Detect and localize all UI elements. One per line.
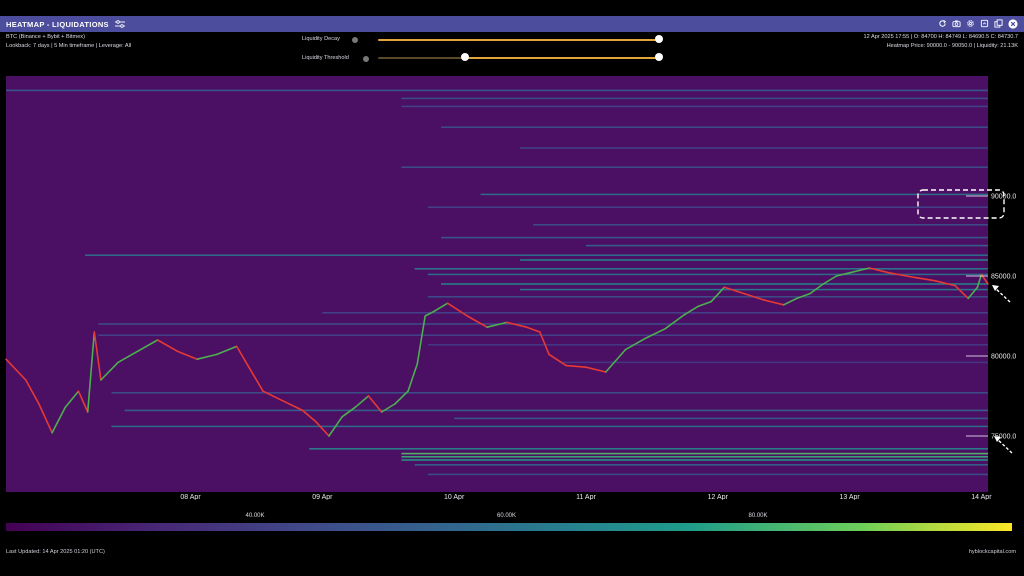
colorbar-tick-label: 60.00K <box>497 513 517 519</box>
liquidity-level <box>440 283 988 285</box>
x-tick-label: 10 Apr <box>444 494 465 500</box>
x-tick-label: 08 Apr <box>180 494 201 500</box>
liquidity-level <box>401 459 988 461</box>
liquidity-level <box>585 244 988 247</box>
liquidity-level <box>6 89 988 92</box>
last-updated: Last Updated: 14 Apr 2025 01:20 (UTC) <box>6 549 105 555</box>
liquidity-level <box>427 344 988 346</box>
x-tick-label: 14 Apr <box>971 494 992 500</box>
liquidation-heatmap-chart[interactable]: 90000.085000.080000.075000.0 08 Apr 09 Ap… <box>0 0 1024 500</box>
colorbar-tick-label: 80.00K <box>748 513 768 519</box>
annotation-arrow <box>992 285 1011 303</box>
x-tick-label: 13 Apr <box>839 494 860 500</box>
x-tick-label: 09 Apr <box>312 494 333 500</box>
liquidity-level <box>124 409 989 412</box>
colorbar-tick-label: 40.00K <box>245 513 265 519</box>
liquidity-level <box>401 456 988 458</box>
x-tick-label: 11 Apr <box>576 494 596 500</box>
liquidity-level <box>520 259 988 261</box>
liquidity-level <box>440 126 988 128</box>
liquidity-level <box>111 392 989 394</box>
liquidity-level <box>414 464 989 466</box>
liquidity-level <box>85 254 988 256</box>
liquidity-level <box>559 361 988 364</box>
liquidity-level <box>401 166 988 168</box>
x-axis: 08 Apr 09 Apr 10 Apr 11 Apr 12 Apr 13 Apr 14 A… <box>180 494 992 500</box>
liquidity-level <box>427 206 988 208</box>
liquidity-level <box>440 236 988 239</box>
liquidity-level <box>520 147 988 149</box>
y-tick-label: 85000.0 <box>991 274 1016 281</box>
liquidity-level <box>322 312 988 314</box>
liquidity-level <box>309 448 988 450</box>
brand-label: hyblockcapital.com <box>968 549 1016 555</box>
x-tick-label: 12 Apr <box>708 494 729 500</box>
liquidity-level <box>427 296 988 298</box>
liquidity-level <box>98 334 989 336</box>
liquidity-level <box>480 193 988 196</box>
y-tick-label: 80000.0 <box>991 354 1016 361</box>
liquidity-level <box>414 268 989 270</box>
colorbar <box>6 523 1012 531</box>
liquidity-level <box>401 105 988 108</box>
liquidity-level <box>454 417 988 420</box>
liquidity-level <box>427 473 988 476</box>
liquidity-level <box>98 323 989 325</box>
liquidity-level <box>401 452 988 455</box>
liquidity-level <box>111 425 989 428</box>
liquidity-level <box>533 224 988 226</box>
liquidity-level <box>520 288 988 291</box>
liquidity-level <box>401 97 988 100</box>
